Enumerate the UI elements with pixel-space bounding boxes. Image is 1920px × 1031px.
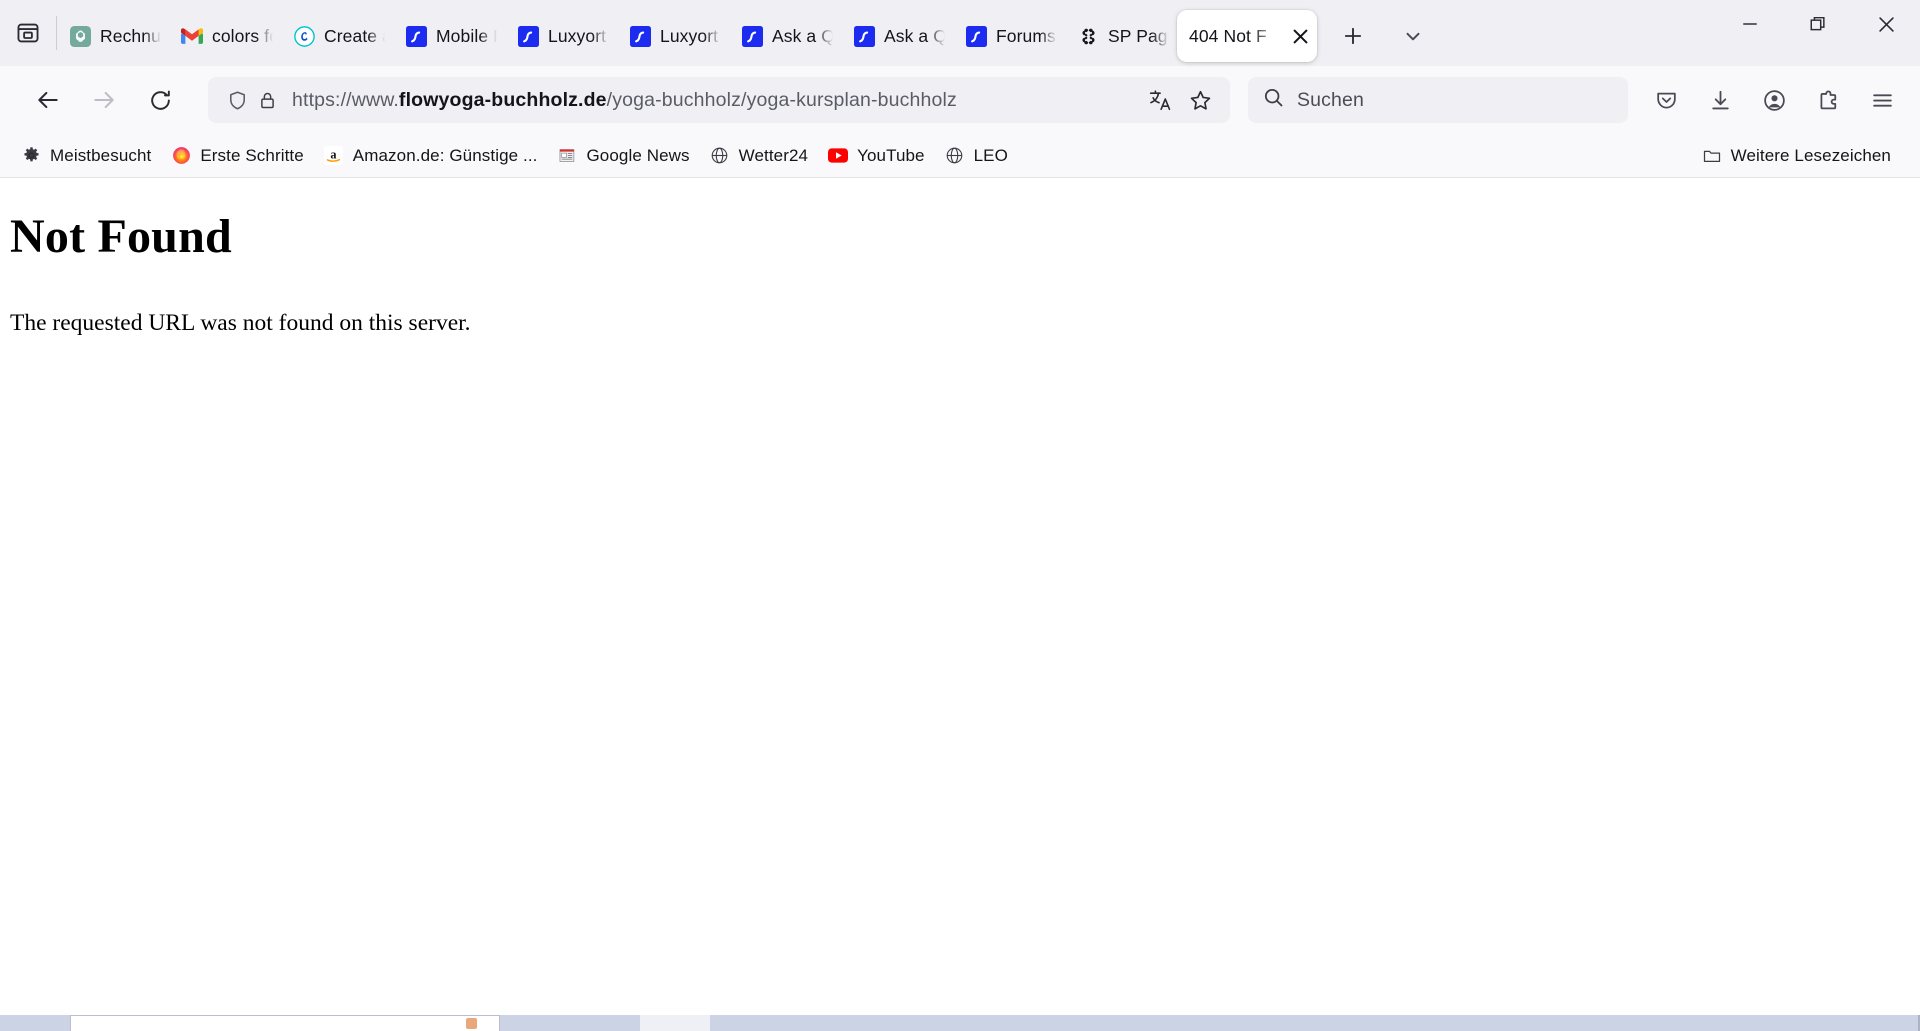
chatgpt-icon (69, 25, 91, 47)
gmail-icon (181, 25, 203, 47)
account-icon[interactable] (1750, 76, 1798, 124)
stackoverflow-icon (965, 25, 987, 47)
tab-title: Ask a Qu (884, 25, 945, 46)
bookmark-label: Meistbesucht (50, 145, 152, 165)
bookmark-item-wetter24[interactable]: Wetter24 (701, 140, 817, 172)
search-input-placeholder: Suchen (1297, 88, 1365, 111)
taskbar-highlight (640, 1015, 710, 1031)
maximize-restore-button[interactable] (1784, 0, 1852, 48)
browser-window: Rechnun colors fo (0, 0, 1920, 1031)
youtube-icon (828, 146, 849, 166)
address-bar-url: https://www.flowyoga-buchholz.de/yoga-bu… (292, 88, 957, 111)
page-title: Not Found (10, 210, 232, 263)
navigation-toolbar: https://www.flowyoga-buchholz.de/yoga-bu… (0, 66, 1920, 134)
taskbar-rest (710, 1015, 1918, 1031)
tab-title: Create a (324, 25, 385, 46)
extensions-puzzle-icon[interactable] (1804, 76, 1852, 124)
translate-icon[interactable] (1140, 80, 1180, 120)
taskbar-window-preview[interactable] (70, 1015, 500, 1031)
firefox-icon (171, 146, 191, 166)
os-taskbar (0, 1015, 1920, 1031)
canva-icon (293, 25, 315, 47)
tab-title: SP Page (1108, 25, 1169, 46)
browser-tab[interactable]: Luxyort P (505, 10, 617, 62)
folder-icon (1702, 146, 1722, 166)
browser-tab[interactable]: SP Page (1065, 10, 1177, 62)
stackoverflow-icon (853, 25, 875, 47)
browser-tab-active[interactable]: 404 Not F (1177, 10, 1317, 62)
bookmark-label: Google News (586, 145, 690, 165)
bookmark-item-amazon[interactable]: a Amazon.de: Günstige ... (315, 140, 547, 172)
browser-tab[interactable]: Luxyort P (617, 10, 729, 62)
tab-title: Mobile P (436, 25, 497, 46)
reload-button[interactable] (136, 76, 184, 124)
gear-icon (21, 146, 41, 166)
bookmarks-bar: Meistbesucht Erste Schritte a Amazon.de:… (0, 134, 1920, 178)
bookmark-item-meistbesucht[interactable]: Meistbesucht (12, 140, 160, 172)
search-icon (1262, 86, 1285, 114)
bookmark-item-leo[interactable]: LEO (936, 140, 1017, 172)
close-button[interactable] (1852, 0, 1920, 48)
tab-title: Rechnun (100, 25, 161, 46)
amazon-icon: a (324, 146, 344, 166)
tab-title: Ask a Qu (772, 25, 833, 46)
tab-list: Rechnun colors fo (57, 0, 1317, 66)
bookmark-label: Wetter24 (738, 145, 809, 165)
bookmark-folder-label: Weitere Lesezeichen (1730, 145, 1891, 165)
browser-tab[interactable]: Ask a Qu (729, 10, 841, 62)
forward-button[interactable] (80, 76, 128, 124)
tab-title: colors fo (212, 25, 273, 46)
shield-icon[interactable] (222, 85, 252, 115)
bookmark-label: Erste Schritte (200, 145, 304, 165)
page-body-text: The requested URL was not found on this … (10, 310, 471, 337)
taskbar-gap (500, 1015, 640, 1031)
window-controls (1716, 0, 1920, 66)
page-content: Not Found The requested URL was not foun… (0, 178, 1920, 1031)
browser-tab[interactable]: Ask a Qu (841, 10, 953, 62)
browser-tab[interactable]: Mobile P (393, 10, 505, 62)
svg-text:a: a (331, 147, 337, 161)
stackoverflow-icon (405, 25, 427, 47)
tab-title: Forums | (996, 25, 1057, 46)
joomla-icon (1077, 25, 1099, 47)
bookmark-item-erste-schritte[interactable]: Erste Schritte (162, 140, 312, 172)
new-tab-button[interactable] (1331, 14, 1375, 58)
app-menu-icon[interactable] (1858, 76, 1906, 124)
globe-icon (945, 146, 965, 166)
pocket-icon[interactable] (1642, 76, 1690, 124)
bookmark-star-icon[interactable] (1180, 80, 1220, 120)
toolbar-actions (1642, 76, 1906, 124)
bookmark-label: Amazon.de: Günstige ... (352, 145, 538, 165)
stackoverflow-icon (741, 25, 763, 47)
bookmark-item-youtube[interactable]: YouTube (819, 140, 934, 172)
lock-icon[interactable] (252, 85, 282, 115)
stackoverflow-icon (629, 25, 651, 47)
bookmark-folder-more[interactable]: Weitere Lesezeichen (1693, 140, 1900, 172)
taskbar-window-icon (466, 1018, 477, 1029)
download-icon[interactable] (1696, 76, 1744, 124)
back-button[interactable] (24, 76, 72, 124)
tab-strip: Rechnun colors fo (0, 0, 1920, 66)
address-bar[interactable]: https://www.flowyoga-buchholz.de/yoga-bu… (208, 77, 1230, 123)
search-bar[interactable]: Suchen (1248, 77, 1628, 123)
news-icon (557, 146, 577, 166)
bookmark-item-google-news[interactable]: Google News (548, 140, 698, 172)
browser-tab[interactable]: colors fo (169, 10, 281, 62)
browser-tab[interactable]: Create a (281, 10, 393, 62)
tab-title: Luxyort P (660, 25, 721, 46)
close-icon[interactable] (1287, 23, 1313, 49)
browser-tab[interactable]: Rechnun (57, 10, 169, 62)
minimize-button[interactable] (1716, 0, 1784, 48)
tab-title: 404 Not F (1189, 25, 1267, 46)
taskbar-left-pad (0, 1015, 70, 1031)
bookmark-label: YouTube (857, 145, 925, 165)
tab-title: Luxyort P (548, 25, 609, 46)
globe-icon (710, 146, 730, 166)
bookmark-label: LEO (973, 145, 1008, 165)
firefox-view-button[interactable] (0, 0, 56, 66)
stackoverflow-icon (517, 25, 539, 47)
browser-tab[interactable]: Forums | (953, 10, 1065, 62)
chevron-down-icon[interactable] (1391, 14, 1435, 58)
